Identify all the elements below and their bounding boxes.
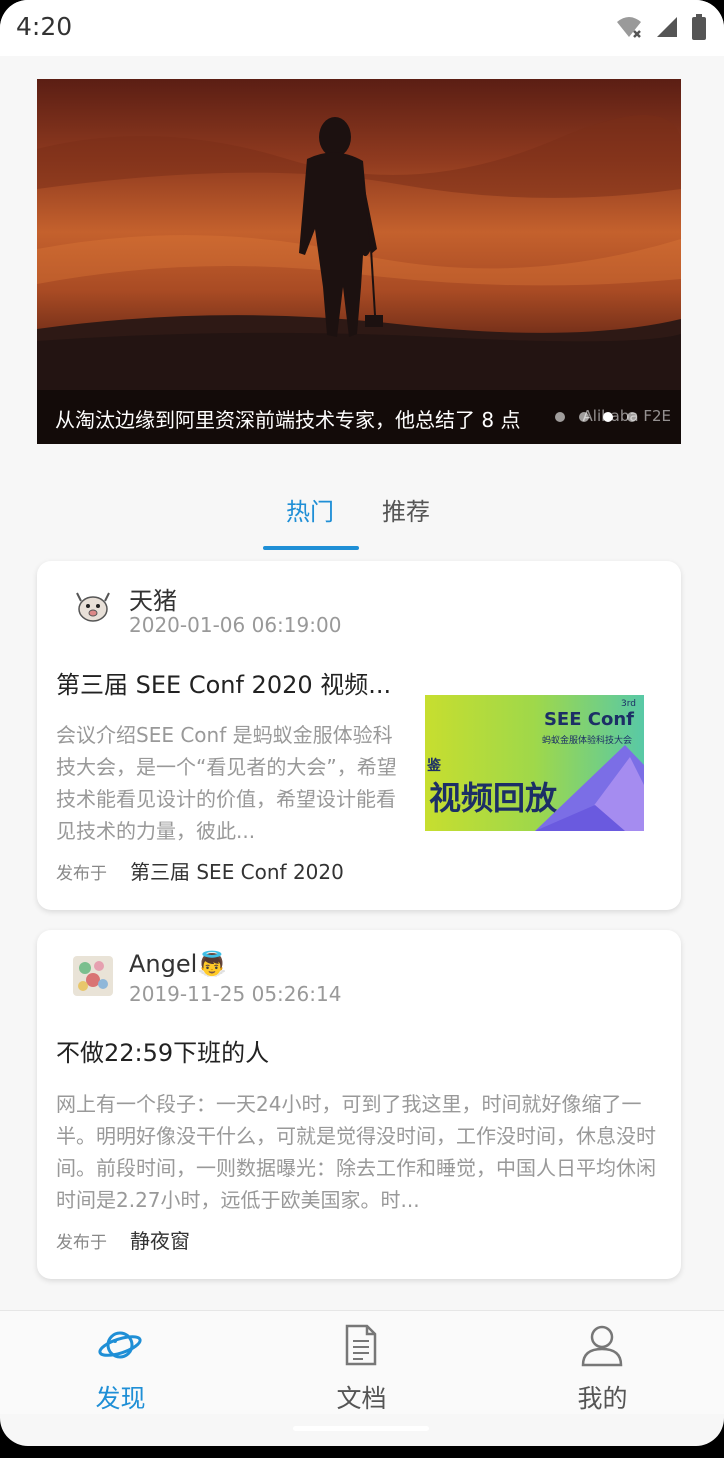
carousel-dot[interactable] [555,412,565,422]
author-name[interactable]: 天猪 [129,581,177,616]
status-bar: 4:20 [0,0,724,56]
nav-item-me[interactable]: 我的 [482,1311,723,1415]
phone-screen: 4:20 从淘汰边缘到阿里资深前端技术专家，他总结了 8 点 Alibaba F… [0,0,724,1446]
wifi-off-icon [617,17,641,38]
planet-icon [98,1331,142,1359]
user-icon [581,1325,623,1367]
status-icons [616,14,706,40]
battery-icon [692,14,706,40]
nav-item-docs[interactable]: 文档 [241,1311,482,1415]
nav-label-discover: 发现 [95,1384,146,1413]
post-title[interactable]: 不做22:59下班的人 [56,1033,269,1068]
banner-carousel[interactable]: 从淘汰边缘到阿里资深前端技术专家，他总结了 8 点 Alibaba F2E [37,79,681,444]
published-in[interactable]: 静夜窗 [130,1225,190,1254]
nav-label-docs: 文档 [336,1384,387,1413]
signal-icon [657,17,677,37]
home-indicator[interactable] [293,1426,429,1431]
post-thumbnail[interactable]: 3rd SEE Conf 蚂蚁金服体验科技大会 鉴 视频回放 [425,695,644,831]
avatar [73,587,113,627]
tab-recommend[interactable]: 推荐 [382,492,430,527]
nav-label-me: 我的 [577,1384,628,1413]
post-date: 2019-11-25 05:26:14 [129,982,342,1006]
nav-item-discover[interactable]: 发现 [0,1311,241,1415]
post-title[interactable]: 第三届 SEE Conf 2020 视频... [56,665,391,700]
post-date: 2020-01-06 06:19:00 [129,613,342,637]
bottom-navigation: 发现 文档 我的 [0,1310,724,1414]
banner-watermark: Alibaba F2E [582,407,671,425]
author-name[interactable]: Angel👼 [129,950,227,978]
status-time: 4:20 [16,12,73,41]
published-label: 发布于 [56,1233,107,1253]
thumbnail-edition: 3rd [621,699,636,709]
thumbnail-headline: 视频回放 [429,779,558,817]
published-label: 发布于 [56,864,107,884]
post-card[interactable]: Angel👼 2019-11-25 05:26:14 不做22:59下班的人 网… [37,930,681,1279]
post-summary: 网上有一个段子：一天24小时，可到了我这里，时间就好像缩了一半。明明好像没干什么… [56,1092,656,1212]
banner-caption-bar: 从淘汰边缘到阿里资深前端技术专家，他总结了 8 点 Alibaba F2E [37,390,681,444]
feed-tabs: 热门 推荐 [0,480,724,552]
avatar [73,956,113,996]
thumbnail-conf: SEE Conf [543,709,634,730]
post-card[interactable]: 天猪 2020-01-06 06:19:00 第三届 SEE Conf 2020… [37,561,681,910]
post-summary: 会议介绍SEE Conf 是蚂蚁金服体验科技大会，是一个“看见者的大会”，希望技… [56,723,397,843]
tab-active-indicator [263,546,359,550]
thumbnail-prefix: 鉴 [427,758,441,774]
banner-caption: 从淘汰边缘到阿里资深前端技术专家，他总结了 8 点 [55,408,521,432]
published-in[interactable]: 第三届 SEE Conf 2020 [130,856,344,885]
thumbnail-subtitle: 蚂蚁金服体验科技大会 [541,736,632,746]
tab-hot[interactable]: 热门 [286,492,334,527]
document-icon [345,1324,377,1366]
